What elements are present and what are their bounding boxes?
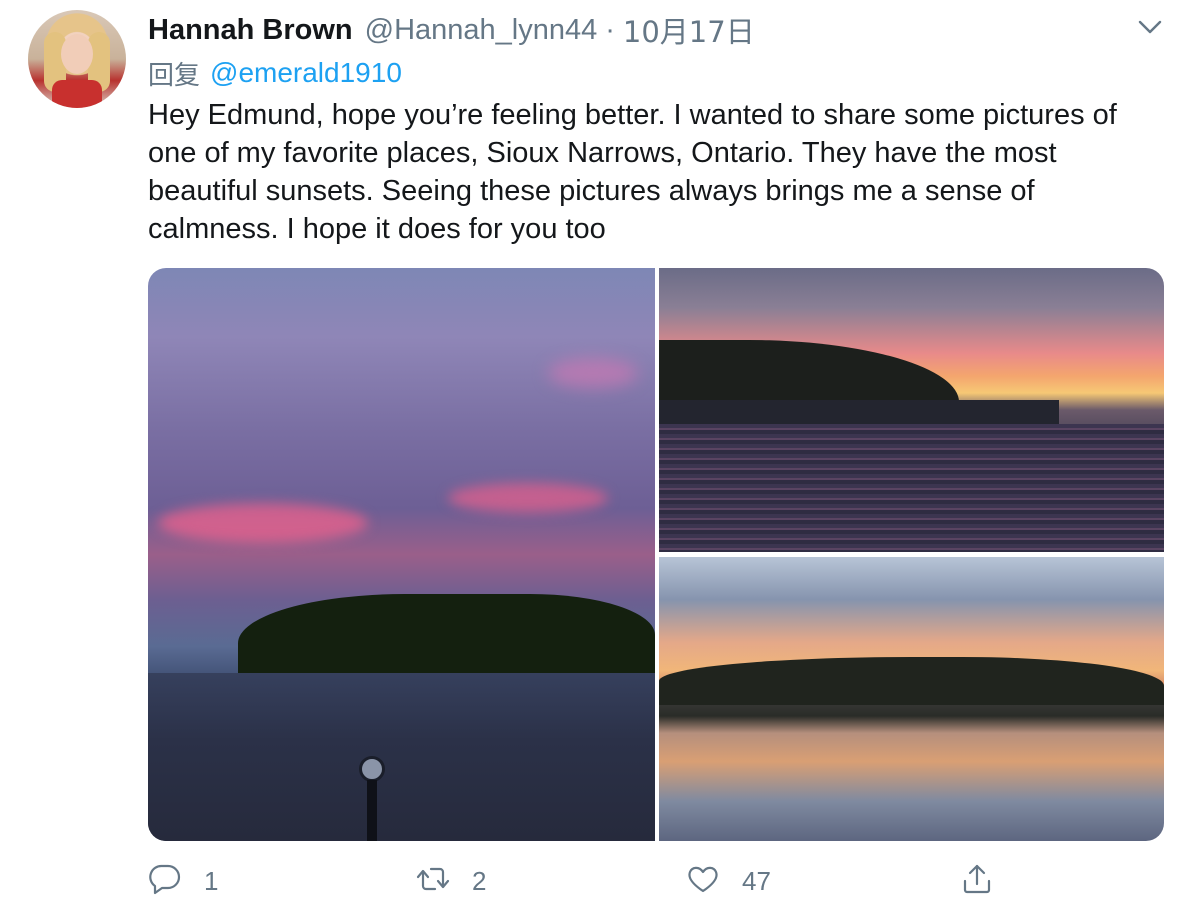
tweet-header: Hannah Brown @Hannah_lynn44 · 10月17日 bbox=[148, 9, 755, 51]
retweet-arrows-icon bbox=[416, 862, 450, 901]
tree-silhouette bbox=[238, 594, 655, 676]
photo-sunset-reflection[interactable] bbox=[659, 557, 1164, 841]
heart-icon bbox=[686, 862, 720, 901]
author-display-name[interactable]: Hannah Brown bbox=[148, 14, 353, 47]
pink-cloud bbox=[448, 483, 608, 513]
media-grid bbox=[148, 268, 1164, 841]
like-count: 47 bbox=[742, 865, 771, 896]
reply-to-link[interactable]: @emerald1910 bbox=[210, 57, 402, 89]
post-light bbox=[359, 756, 385, 782]
reply-count: 1 bbox=[204, 865, 219, 896]
lake-water bbox=[148, 673, 655, 841]
tweet-date[interactable]: 10月17日 bbox=[623, 9, 755, 51]
share-upload-icon bbox=[960, 862, 994, 901]
avatar-scarf bbox=[52, 80, 102, 108]
tweet-actions: 1 2 47 bbox=[148, 858, 1148, 904]
speech-bubble-icon bbox=[148, 862, 182, 901]
shore-silhouette bbox=[659, 340, 959, 402]
photo-purple-sky-lake[interactable] bbox=[148, 268, 655, 841]
dock-silhouette bbox=[659, 400, 1059, 426]
avatar-face bbox=[61, 34, 93, 74]
author-handle[interactable]: @Hannah_lynn44 bbox=[365, 14, 598, 47]
tree-silhouette bbox=[659, 657, 1164, 705]
retweet-button[interactable]: 2 bbox=[416, 858, 486, 904]
pink-cloud bbox=[548, 358, 638, 388]
lake-water bbox=[659, 424, 1164, 552]
like-button[interactable]: 47 bbox=[686, 858, 771, 904]
tweet-text: Hey Edmund, hope you’re feeling better. … bbox=[148, 99, 1117, 245]
pink-cloud bbox=[158, 503, 368, 543]
share-button[interactable] bbox=[960, 858, 994, 904]
photo-sunset-dock[interactable] bbox=[659, 268, 1164, 552]
retweet-count: 2 bbox=[472, 865, 487, 896]
header-separator: · bbox=[605, 13, 615, 46]
reply-context: 回复 @emerald1910 bbox=[148, 56, 402, 91]
reply-prefix: 回复 bbox=[148, 60, 201, 91]
chevron-down-icon[interactable] bbox=[1138, 16, 1162, 38]
reply-button[interactable]: 1 bbox=[148, 858, 218, 904]
avatar[interactable] bbox=[28, 10, 126, 108]
post-stem bbox=[367, 780, 377, 841]
boat-light-post bbox=[359, 756, 385, 841]
